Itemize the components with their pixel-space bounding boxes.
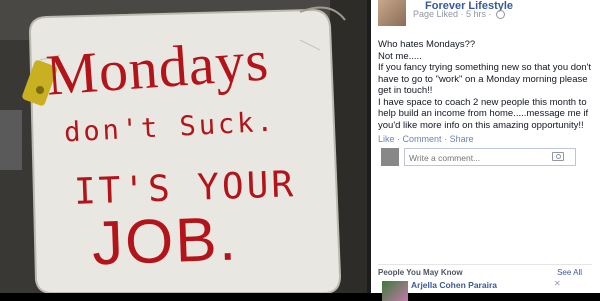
post-actions: Like · Comment · Share [378, 134, 474, 144]
globe-icon [496, 10, 506, 20]
post-line: I have space to coach 2 new people this … [378, 96, 589, 131]
post-sidebar: Forever Lifestyle Page Liked · 5 hrs · W… [367, 0, 600, 301]
divider [367, 0, 371, 293]
post-line: Not me..... [378, 50, 422, 62]
like-link[interactable]: Like [378, 134, 395, 144]
pymk-avatar[interactable] [382, 281, 408, 301]
page-avatar[interactable] [378, 0, 406, 26]
share-link[interactable]: Share [450, 134, 474, 144]
close-icon[interactable]: ✕ [554, 279, 561, 288]
post-text: Who hates Mondays?? Not me..... If you f… [378, 39, 592, 131]
page-meta-text: Page Liked · 5 hrs · [413, 9, 492, 19]
sign-line-4: JOB. [90, 204, 239, 279]
post-line: Who hates Mondays?? [378, 39, 476, 50]
people-you-may-know-header: People You May Know See All [378, 264, 592, 277]
comment-input[interactable] [404, 148, 576, 166]
post-photo[interactable]: Mondays don't Suck. IT'S YOUR JOB. [0, 0, 367, 293]
pymk-title: People You May Know [378, 268, 463, 277]
page-meta: Page Liked · 5 hrs · [413, 9, 506, 20]
see-all-link[interactable]: See All [557, 268, 582, 277]
pymk-person-name[interactable]: Arjella Cohen Paraira [411, 280, 497, 290]
comment-row [378, 146, 592, 168]
camera-icon[interactable] [552, 152, 564, 161]
post-line: If you fancy trying something new so tha… [378, 62, 592, 96]
user-avatar [381, 148, 399, 166]
comment-link[interactable]: Comment [403, 134, 442, 144]
